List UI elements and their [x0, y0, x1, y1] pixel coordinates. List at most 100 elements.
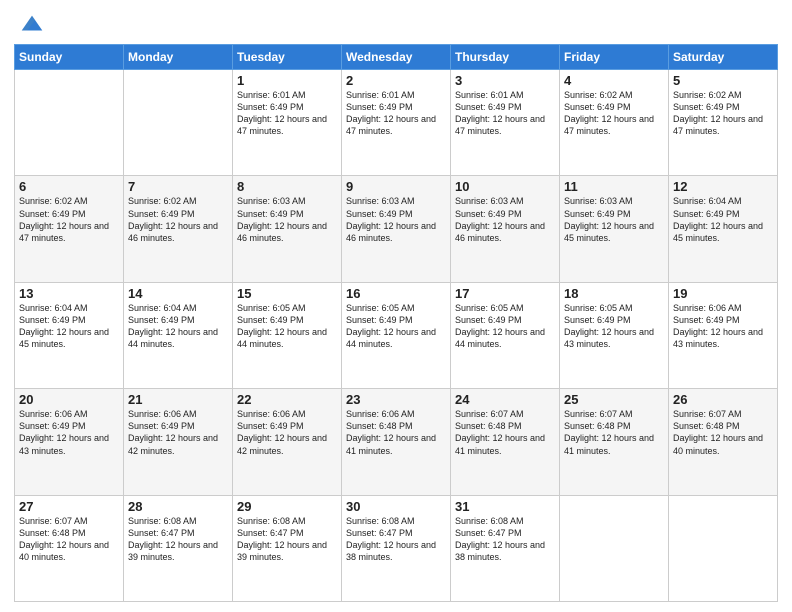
calendar-cell: 25Sunrise: 6:07 AMSunset: 6:48 PMDayligh… — [560, 389, 669, 495]
weekday-header: Friday — [560, 45, 669, 70]
calendar-cell — [560, 495, 669, 601]
calendar-cell: 11Sunrise: 6:03 AMSunset: 6:49 PMDayligh… — [560, 176, 669, 282]
calendar-cell: 12Sunrise: 6:04 AMSunset: 6:49 PMDayligh… — [669, 176, 778, 282]
calendar-cell: 26Sunrise: 6:07 AMSunset: 6:48 PMDayligh… — [669, 389, 778, 495]
calendar-cell: 6Sunrise: 6:02 AMSunset: 6:49 PMDaylight… — [15, 176, 124, 282]
weekday-header-row: SundayMondayTuesdayWednesdayThursdayFrid… — [15, 45, 778, 70]
calendar-cell: 23Sunrise: 6:06 AMSunset: 6:48 PMDayligh… — [342, 389, 451, 495]
cell-info: Sunrise: 6:05 AMSunset: 6:49 PMDaylight:… — [346, 302, 446, 351]
logo — [14, 10, 46, 38]
day-number: 29 — [237, 499, 337, 514]
cell-info: Sunrise: 6:06 AMSunset: 6:49 PMDaylight:… — [673, 302, 773, 351]
calendar-cell: 1Sunrise: 6:01 AMSunset: 6:49 PMDaylight… — [233, 70, 342, 176]
day-number: 8 — [237, 179, 337, 194]
weekday-header: Sunday — [15, 45, 124, 70]
cell-info: Sunrise: 6:08 AMSunset: 6:47 PMDaylight:… — [128, 515, 228, 564]
calendar-cell: 16Sunrise: 6:05 AMSunset: 6:49 PMDayligh… — [342, 282, 451, 388]
cell-info: Sunrise: 6:02 AMSunset: 6:49 PMDaylight:… — [19, 195, 119, 244]
cell-info: Sunrise: 6:05 AMSunset: 6:49 PMDaylight:… — [455, 302, 555, 351]
day-number: 13 — [19, 286, 119, 301]
calendar-cell: 5Sunrise: 6:02 AMSunset: 6:49 PMDaylight… — [669, 70, 778, 176]
calendar-cell: 4Sunrise: 6:02 AMSunset: 6:49 PMDaylight… — [560, 70, 669, 176]
calendar-week-row: 27Sunrise: 6:07 AMSunset: 6:48 PMDayligh… — [15, 495, 778, 601]
calendar-cell: 21Sunrise: 6:06 AMSunset: 6:49 PMDayligh… — [124, 389, 233, 495]
calendar-cell: 17Sunrise: 6:05 AMSunset: 6:49 PMDayligh… — [451, 282, 560, 388]
day-number: 18 — [564, 286, 664, 301]
cell-info: Sunrise: 6:04 AMSunset: 6:49 PMDaylight:… — [673, 195, 773, 244]
page: SundayMondayTuesdayWednesdayThursdayFrid… — [0, 0, 792, 612]
day-number: 2 — [346, 73, 446, 88]
day-number: 16 — [346, 286, 446, 301]
day-number: 22 — [237, 392, 337, 407]
calendar-cell — [124, 70, 233, 176]
cell-info: Sunrise: 6:03 AMSunset: 6:49 PMDaylight:… — [455, 195, 555, 244]
cell-info: Sunrise: 6:08 AMSunset: 6:47 PMDaylight:… — [346, 515, 446, 564]
calendar-cell: 24Sunrise: 6:07 AMSunset: 6:48 PMDayligh… — [451, 389, 560, 495]
calendar-cell: 7Sunrise: 6:02 AMSunset: 6:49 PMDaylight… — [124, 176, 233, 282]
calendar-week-row: 13Sunrise: 6:04 AMSunset: 6:49 PMDayligh… — [15, 282, 778, 388]
calendar-cell: 10Sunrise: 6:03 AMSunset: 6:49 PMDayligh… — [451, 176, 560, 282]
cell-info: Sunrise: 6:04 AMSunset: 6:49 PMDaylight:… — [128, 302, 228, 351]
cell-info: Sunrise: 6:07 AMSunset: 6:48 PMDaylight:… — [673, 408, 773, 457]
weekday-header: Monday — [124, 45, 233, 70]
cell-info: Sunrise: 6:05 AMSunset: 6:49 PMDaylight:… — [564, 302, 664, 351]
calendar-cell: 2Sunrise: 6:01 AMSunset: 6:49 PMDaylight… — [342, 70, 451, 176]
calendar-week-row: 1Sunrise: 6:01 AMSunset: 6:49 PMDaylight… — [15, 70, 778, 176]
cell-info: Sunrise: 6:02 AMSunset: 6:49 PMDaylight:… — [564, 89, 664, 138]
calendar-cell: 15Sunrise: 6:05 AMSunset: 6:49 PMDayligh… — [233, 282, 342, 388]
day-number: 25 — [564, 392, 664, 407]
weekday-header: Tuesday — [233, 45, 342, 70]
cell-info: Sunrise: 6:06 AMSunset: 6:49 PMDaylight:… — [128, 408, 228, 457]
cell-info: Sunrise: 6:08 AMSunset: 6:47 PMDaylight:… — [237, 515, 337, 564]
weekday-header: Wednesday — [342, 45, 451, 70]
cell-info: Sunrise: 6:02 AMSunset: 6:49 PMDaylight:… — [128, 195, 228, 244]
calendar-cell: 3Sunrise: 6:01 AMSunset: 6:49 PMDaylight… — [451, 70, 560, 176]
day-number: 5 — [673, 73, 773, 88]
calendar-cell: 19Sunrise: 6:06 AMSunset: 6:49 PMDayligh… — [669, 282, 778, 388]
calendar-cell: 29Sunrise: 6:08 AMSunset: 6:47 PMDayligh… — [233, 495, 342, 601]
cell-info: Sunrise: 6:07 AMSunset: 6:48 PMDaylight:… — [19, 515, 119, 564]
cell-info: Sunrise: 6:03 AMSunset: 6:49 PMDaylight:… — [346, 195, 446, 244]
calendar-cell: 30Sunrise: 6:08 AMSunset: 6:47 PMDayligh… — [342, 495, 451, 601]
calendar-cell: 28Sunrise: 6:08 AMSunset: 6:47 PMDayligh… — [124, 495, 233, 601]
cell-info: Sunrise: 6:04 AMSunset: 6:49 PMDaylight:… — [19, 302, 119, 351]
cell-info: Sunrise: 6:03 AMSunset: 6:49 PMDaylight:… — [564, 195, 664, 244]
day-number: 9 — [346, 179, 446, 194]
calendar-cell: 22Sunrise: 6:06 AMSunset: 6:49 PMDayligh… — [233, 389, 342, 495]
day-number: 1 — [237, 73, 337, 88]
calendar-cell: 9Sunrise: 6:03 AMSunset: 6:49 PMDaylight… — [342, 176, 451, 282]
day-number: 24 — [455, 392, 555, 407]
day-number: 12 — [673, 179, 773, 194]
cell-info: Sunrise: 6:01 AMSunset: 6:49 PMDaylight:… — [346, 89, 446, 138]
day-number: 23 — [346, 392, 446, 407]
calendar-cell: 20Sunrise: 6:06 AMSunset: 6:49 PMDayligh… — [15, 389, 124, 495]
calendar-cell: 27Sunrise: 6:07 AMSunset: 6:48 PMDayligh… — [15, 495, 124, 601]
calendar-table: SundayMondayTuesdayWednesdayThursdayFrid… — [14, 44, 778, 602]
day-number: 10 — [455, 179, 555, 194]
day-number: 27 — [19, 499, 119, 514]
cell-info: Sunrise: 6:05 AMSunset: 6:49 PMDaylight:… — [237, 302, 337, 351]
day-number: 28 — [128, 499, 228, 514]
day-number: 14 — [128, 286, 228, 301]
day-number: 7 — [128, 179, 228, 194]
day-number: 4 — [564, 73, 664, 88]
calendar-cell — [15, 70, 124, 176]
calendar-cell: 13Sunrise: 6:04 AMSunset: 6:49 PMDayligh… — [15, 282, 124, 388]
day-number: 31 — [455, 499, 555, 514]
cell-info: Sunrise: 6:08 AMSunset: 6:47 PMDaylight:… — [455, 515, 555, 564]
cell-info: Sunrise: 6:06 AMSunset: 6:49 PMDaylight:… — [237, 408, 337, 457]
cell-info: Sunrise: 6:07 AMSunset: 6:48 PMDaylight:… — [564, 408, 664, 457]
day-number: 26 — [673, 392, 773, 407]
logo-icon — [18, 10, 46, 38]
weekday-header: Saturday — [669, 45, 778, 70]
day-number: 19 — [673, 286, 773, 301]
calendar-cell — [669, 495, 778, 601]
calendar-week-row: 20Sunrise: 6:06 AMSunset: 6:49 PMDayligh… — [15, 389, 778, 495]
calendar-cell: 18Sunrise: 6:05 AMSunset: 6:49 PMDayligh… — [560, 282, 669, 388]
cell-info: Sunrise: 6:01 AMSunset: 6:49 PMDaylight:… — [455, 89, 555, 138]
day-number: 6 — [19, 179, 119, 194]
cell-info: Sunrise: 6:01 AMSunset: 6:49 PMDaylight:… — [237, 89, 337, 138]
calendar-cell: 14Sunrise: 6:04 AMSunset: 6:49 PMDayligh… — [124, 282, 233, 388]
calendar-week-row: 6Sunrise: 6:02 AMSunset: 6:49 PMDaylight… — [15, 176, 778, 282]
day-number: 15 — [237, 286, 337, 301]
